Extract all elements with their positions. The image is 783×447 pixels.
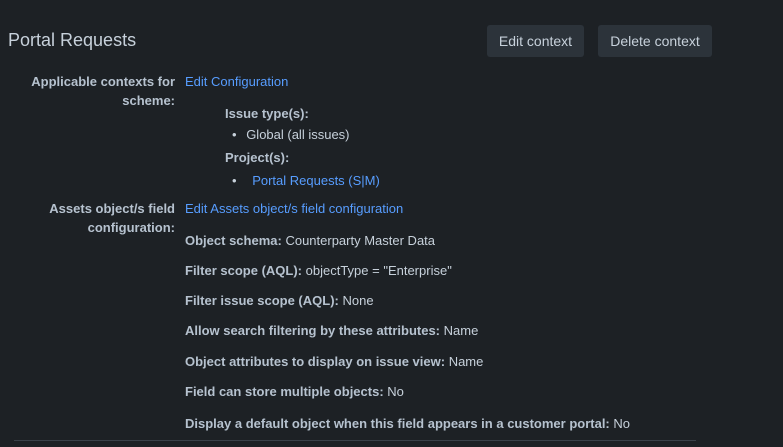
config-row-display-attributes: Object attributes to display on issue vi… (185, 354, 483, 370)
assets-config-label-line1: Assets object/s field (49, 201, 175, 216)
config-row-default-object: Display a default object when this field… (185, 416, 630, 432)
applicable-contexts-label: Applicable contexts for scheme: (8, 72, 175, 110)
config-row-object-schema: Object schema: Counterparty Master Data (185, 233, 435, 249)
config-row-key: Object attributes to display on issue vi… (185, 354, 446, 369)
config-row-key: Object schema: (185, 233, 282, 248)
page-title: Portal Requests (8, 30, 137, 50)
config-row-value: Name (448, 354, 484, 369)
config-row-value: None (342, 293, 374, 308)
config-row-value: Name (443, 323, 479, 338)
bullet-icon: • (232, 127, 237, 142)
projects-heading: Project(s): (225, 150, 290, 165)
edit-configuration-link[interactable]: Edit Configuration (185, 74, 288, 90)
assets-config-label-line2: configuration: (87, 220, 175, 235)
project-link[interactable]: Portal Requests (S|M) (252, 173, 380, 188)
delete-context-button[interactable]: Delete context (598, 25, 712, 57)
edit-assets-config-link[interactable]: Edit Assets object/s field configuration (185, 201, 403, 217)
config-row-key: Filter issue scope (AQL): (185, 293, 339, 308)
edit-context-button[interactable]: Edit context (487, 25, 584, 57)
issue-types-heading: Issue type(s): (225, 106, 309, 121)
custom-field-context-page: Portal Requests Edit context Delete cont… (0, 0, 783, 447)
config-row-value: objectType = "Enterprise" (305, 263, 452, 278)
config-row-value: No (613, 416, 631, 431)
config-row-filter-scope: Filter scope (AQL): objectType = "Enterp… (185, 263, 452, 279)
issue-type-list-item: • Global (all issues) (232, 127, 350, 143)
config-row-key: Filter scope (AQL): (185, 263, 303, 278)
section-divider (14, 440, 696, 441)
bullet-icon: • (232, 173, 237, 188)
config-row-filter-issue-scope: Filter issue scope (AQL): None (185, 293, 374, 309)
config-row-value: Counterparty Master Data (285, 233, 436, 248)
config-row-key: Allow search filtering by these attribut… (185, 323, 440, 338)
config-row-value: No (387, 384, 404, 399)
config-row-multiple-objects: Field can store multiple objects: No (185, 384, 404, 400)
config-row-key: Field can store multiple objects: (185, 384, 384, 399)
applicable-contexts-label-line1: Applicable contexts for (31, 74, 175, 89)
assets-config-label: Assets object/s field configuration: (8, 199, 175, 237)
issue-type-label: Global (all issues) (246, 127, 350, 142)
applicable-contexts-label-line2: scheme: (122, 93, 175, 108)
project-list-item: • Portal Requests (S|M) (232, 173, 380, 189)
config-row-search-attributes: Allow search filtering by these attribut… (185, 323, 478, 339)
config-row-key: Display a default object when this field… (185, 416, 610, 431)
